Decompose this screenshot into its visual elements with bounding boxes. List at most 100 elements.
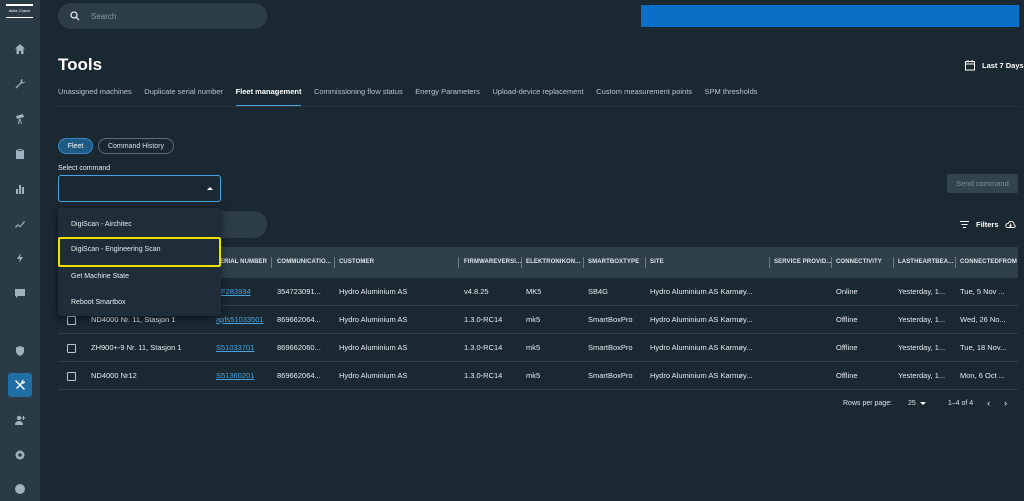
row-checkbox[interactable] [67,344,76,353]
tab-duplicate-serial-number[interactable]: Duplicate serial number [144,86,223,106]
cell-last-heartbeat: Yesterday, 1... [898,287,946,296]
home-icon[interactable] [8,37,32,61]
cell-service-provider [770,334,832,362]
cell-serial-number-link[interactable]: S51360201 [212,362,272,390]
select-command-dropdown[interactable] [58,175,221,202]
column-header-connected-from[interactable]: CONNECTEDFROM [956,247,1018,278]
previous-page-button[interactable]: ‹ [987,398,990,408]
tools-tabs: Unassigned machines Duplicate serial num… [58,86,770,106]
cell-connectivity: Offline [836,315,858,324]
cell-firmware: 1.3.0-RC14 [464,315,503,324]
cell-communication: 869662060... [277,343,321,352]
help-icon[interactable] [8,477,32,501]
cell-firmware: v4.8.25 [464,287,489,296]
column-header-customer[interactable]: CUSTOMER [335,247,459,278]
bar-chart-icon[interactable] [8,177,32,201]
sidebar: Atlas Copco [0,0,40,501]
message-icon[interactable] [8,281,32,305]
cell-customer: Hydro Aluminium AS [339,315,408,324]
cell-serial-number-link[interactable]: apfs51033501 [212,306,272,334]
tab-unassigned-machines[interactable]: Unassigned machines [58,86,132,106]
menu-item-digiscan-airchitec[interactable]: DigiScan - Airchitec [58,212,221,238]
column-header-serial-number[interactable]: ERIAL NUMBER [216,247,272,278]
cell-customer: Hydro Aluminium AS [339,371,408,380]
caret-up-icon [207,187,213,190]
cloud-download-icon[interactable] [1004,219,1016,230]
cell-smartboxtype: SB4G [588,287,609,296]
tab-upload-device-replacement[interactable]: Upload-device replacement [492,86,583,106]
tab-spm-thresholds[interactable]: SPM thresholds [705,86,758,106]
column-header-elektronikon[interactable]: ELEKTRONIKON... [522,247,584,278]
cell-connected-from: Wed, 26 No... [960,315,1006,324]
rows-per-page-value: 25 [908,399,916,407]
menu-item-reboot-smartbox[interactable]: Reboot Smartbox [58,290,221,316]
cell-connected-from: Tue, 5 Nov ... [960,287,1005,296]
table-row[interactable]: ZH900+-9 Nr. 11, Stasjon 1 S51033701 869… [58,334,1018,362]
column-header-connectivity[interactable]: CONNECTIVITY [832,247,894,278]
cell-smartboxtype: SmartBoxPro [588,343,633,352]
cell-site: Hydro Aluminium AS Karmøy... [650,287,753,296]
column-header-firmware-version[interactable]: FIRMWAREVERSI... [460,247,522,278]
column-header-last-heartbeat[interactable]: LASTHEARTBEA... [894,247,956,278]
brand-logo[interactable]: Atlas Copco [6,4,33,18]
cell-connected-from: Tue, 18 Nov... [960,343,1007,352]
tab-fleet-management[interactable]: Fleet management [235,86,302,106]
cell-site: Hydro Aluminium AS Karmøy... [650,315,753,324]
tabs-divider [58,106,1020,107]
column-header-site[interactable]: SITE [646,247,770,278]
cell-customer: Hydro Aluminium AS [339,287,408,296]
filters-button[interactable]: Filters [959,219,1016,230]
cell-service-provider [770,278,832,306]
shield-gear-icon[interactable] [8,339,32,363]
telescope-icon[interactable] [8,107,32,131]
row-checkbox[interactable] [67,316,76,325]
rows-per-page-select[interactable]: 25 [908,400,926,407]
brand-logo-text: Atlas Copco [8,8,31,13]
cell-site: Hydro Aluminium AS Karmøy... [650,371,753,380]
caret-down-icon [919,401,926,405]
cell-smartboxtype: SmartBoxPro [588,371,633,380]
notification-banner [641,5,1019,27]
cell-last-heartbeat: Yesterday, 1... [898,315,946,324]
settings-icon[interactable] [8,443,32,467]
search-input[interactable] [91,11,251,21]
tab-energy-parameters[interactable]: Energy Parameters [415,86,480,106]
command-history-chip[interactable]: Command History [98,138,174,154]
trend-icon[interactable] [8,212,32,236]
add-user-icon[interactable] [8,408,32,432]
page-title: Tools [58,55,103,74]
column-header-communication[interactable]: COMMUNICATIO... [273,247,335,278]
fleet-chip[interactable]: Fleet [58,138,93,154]
tools-icon[interactable] [8,373,32,397]
column-header-service-provider[interactable]: SERVICE PROVID... [770,247,832,278]
date-range-picker[interactable]: Last 7 Days [964,59,1024,71]
clipboard-icon[interactable] [8,142,32,166]
menu-item-get-machine-state[interactable]: Get Machine State [58,264,221,290]
column-header-smartboxtype[interactable]: SMARTBOXTYPE [584,247,646,278]
cell-service-provider [770,306,832,334]
cell-serial-number-link[interactable]: S51033701 [212,334,272,362]
cell-communication: 869662064... [277,315,321,324]
cell-serial-number-link[interactable]: PF283934 [212,278,272,306]
wrench-icon[interactable] [8,72,32,96]
cell-connected-from: Mon, 6 Oct ... [960,371,1006,380]
select-command-label: Select command [58,165,111,172]
cell-service-provider [770,362,832,390]
row-checkbox[interactable] [67,372,76,381]
cell-smartboxtype: SmartBoxPro [588,315,633,324]
tab-commissioning-flow-status[interactable]: Commissioning flow status [314,86,403,106]
table-row[interactable]: ND4000 Nr12 S51360201 869662064... Hydro… [58,362,1018,390]
menu-item-digiscan-engineering-scan[interactable]: DigiScan - Engineering Scan [58,237,221,267]
cell-communication: 869662064... [277,371,321,380]
cell-firmware: 1.3.0-RC14 [464,371,503,380]
next-page-button[interactable]: › [1004,398,1007,408]
date-range-label: Last 7 Days [982,60,1024,70]
send-command-button[interactable]: Send command [947,174,1018,193]
tab-custom-measurement-points[interactable]: Custom measurement points [596,86,692,106]
cell-connectivity: Online [836,287,858,296]
cell-machine-name: ZH900+-9 Nr. 11, Stasjon 1 [91,343,182,352]
global-search[interactable] [58,3,267,29]
pagination: Rows per page: 25 1–4 of 4 ‹ › [843,398,1007,408]
filters-label: Filters [976,220,999,229]
bolt-icon[interactable] [8,246,32,270]
